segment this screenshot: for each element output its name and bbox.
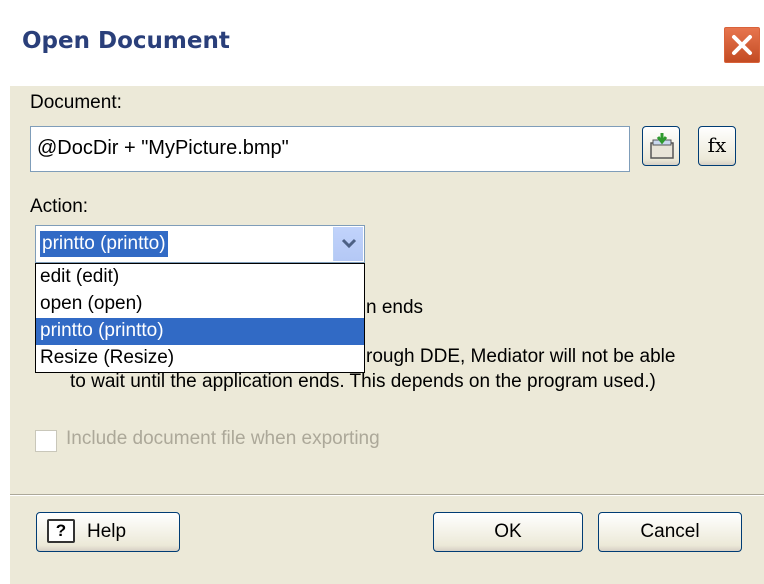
divider [10,494,764,496]
help-button-label: Help [87,521,127,542]
note-fragment-2: rough DDE, Mediator will not be able [366,346,676,367]
action-select[interactable]: printto (printto) [35,225,365,263]
close-icon [732,35,752,55]
include-document-label: Include document file when exporting [66,428,380,449]
function-button[interactable]: fx [698,126,736,166]
document-label: Document: [30,92,122,113]
dropdown-option-open[interactable]: open (open) [36,291,364,318]
action-selected-value: printto (printto) [40,231,168,257]
cancel-button-label: Cancel [640,521,700,542]
note-fragment-1: n ends [366,297,424,318]
fx-icon: fx [707,133,727,157]
close-button[interactable] [723,26,761,64]
dropdown-option-edit[interactable]: edit (edit) [36,264,364,291]
window-title: Open Document [22,28,230,54]
action-label: Action: [30,196,89,217]
document-input[interactable]: @DocDir + "MyPicture.bmp" [30,126,630,172]
include-document-checkbox[interactable] [35,430,57,452]
ok-button-label: OK [494,521,522,542]
folder-open-icon [650,133,674,159]
note-line-3: to wait until the application ends. This… [70,371,656,392]
dropdown-option-printto[interactable]: printto (printto) [36,318,364,345]
title-bar: Open Document [0,0,764,86]
chevron-down-icon [341,238,357,249]
help-button[interactable]: ? Help [36,512,180,552]
ok-button[interactable]: OK [433,512,583,552]
cancel-button[interactable]: Cancel [598,512,742,552]
dialog-body: Document: @DocDir + "MyPicture.bmp" fx A… [10,86,764,584]
dropdown-option-resize[interactable]: Resize (Resize) [36,345,364,372]
dropdown-button[interactable] [333,227,363,261]
browse-button[interactable] [642,126,680,166]
action-dropdown-list: edit (edit) open (open) printto (printto… [35,263,365,373]
help-icon: ? [47,519,75,543]
